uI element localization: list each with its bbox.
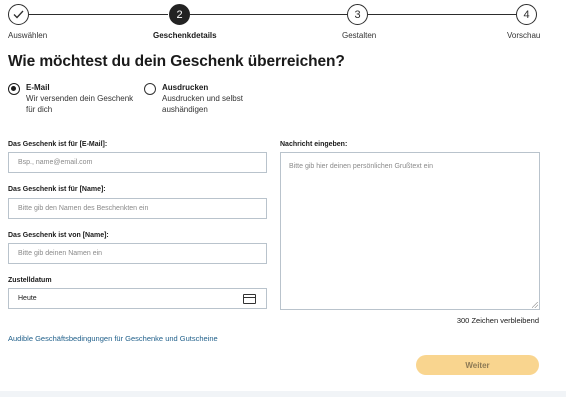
option-description: aushändigen	[162, 105, 208, 114]
delivery-option-email[interactable]: E-Mail Wir versenden dein Geschenk für d…	[8, 82, 133, 115]
step-3-label: Gestalten	[342, 31, 377, 40]
terms-link[interactable]: Audible Geschäftsbedingungen für Geschen…	[8, 334, 218, 343]
progress-stepper: Auswählen 2 Geschenkdetails 3 Gestalten …	[0, 0, 566, 46]
char-counter: 300 Zeichen verbleibend	[456, 316, 539, 325]
step-4-circle: 4	[516, 4, 537, 25]
recipient-email-input[interactable]: Bsp., name@email.com	[8, 152, 267, 173]
stepper-connector	[190, 14, 347, 15]
message-placeholder: Bitte gib hier deinen persönlichen Grußt…	[289, 163, 433, 170]
option-title: E-Mail	[26, 83, 50, 92]
sender-name-input[interactable]: Bitte gib deinen Namen ein	[8, 243, 267, 264]
option-title: Ausdrucken	[162, 83, 209, 92]
next-button[interactable]: Weiter	[416, 355, 539, 375]
delivery-option-print[interactable]: Ausdrucken Ausdrucken und selbst aushänd…	[144, 82, 243, 115]
delivery-date-picker[interactable]: Heute	[8, 288, 267, 309]
message-textarea[interactable]: Bitte gib hier deinen persönlichen Grußt…	[280, 152, 540, 310]
delivery-date-label: Zustelldatum	[8, 277, 52, 284]
recipient-name-input[interactable]: Bitte gib den Namen des Beschenkten ein	[8, 198, 267, 219]
page-title: Wie möchtest du dein Geschenk überreiche…	[8, 53, 345, 70]
option-description: Ausdrucken und selbst	[162, 94, 243, 103]
message-label: Nachricht eingeben:	[280, 141, 348, 148]
resize-handle-icon[interactable]	[532, 302, 538, 308]
option-description: Wir versenden dein Geschenk	[26, 94, 134, 103]
sender-name-label: Das Geschenk ist von [Name]:	[8, 232, 109, 239]
step-2-label: Geschenkdetails	[153, 31, 217, 40]
recipient-name-label: Das Geschenk ist für [Name]:	[8, 186, 106, 193]
stepper-connector	[29, 14, 168, 15]
step-3-circle: 3	[347, 4, 368, 25]
option-description: für dich	[26, 105, 53, 114]
delivery-date-value: Heute	[18, 295, 37, 302]
step-2-circle: 2	[169, 4, 190, 25]
step-4-label: Vorschau	[507, 31, 541, 40]
checkmark-icon	[13, 10, 24, 19]
radio-selected-icon[interactable]	[8, 83, 20, 95]
step-1-circle[interactable]	[8, 4, 29, 25]
radio-unselected-icon[interactable]	[144, 83, 156, 95]
step-1-label[interactable]: Auswählen	[8, 31, 47, 40]
footer-divider	[0, 391, 566, 397]
stepper-connector	[368, 14, 516, 15]
calendar-icon[interactable]	[243, 294, 256, 304]
recipient-email-label: Das Geschenk ist für [E-Mail]:	[8, 141, 108, 148]
